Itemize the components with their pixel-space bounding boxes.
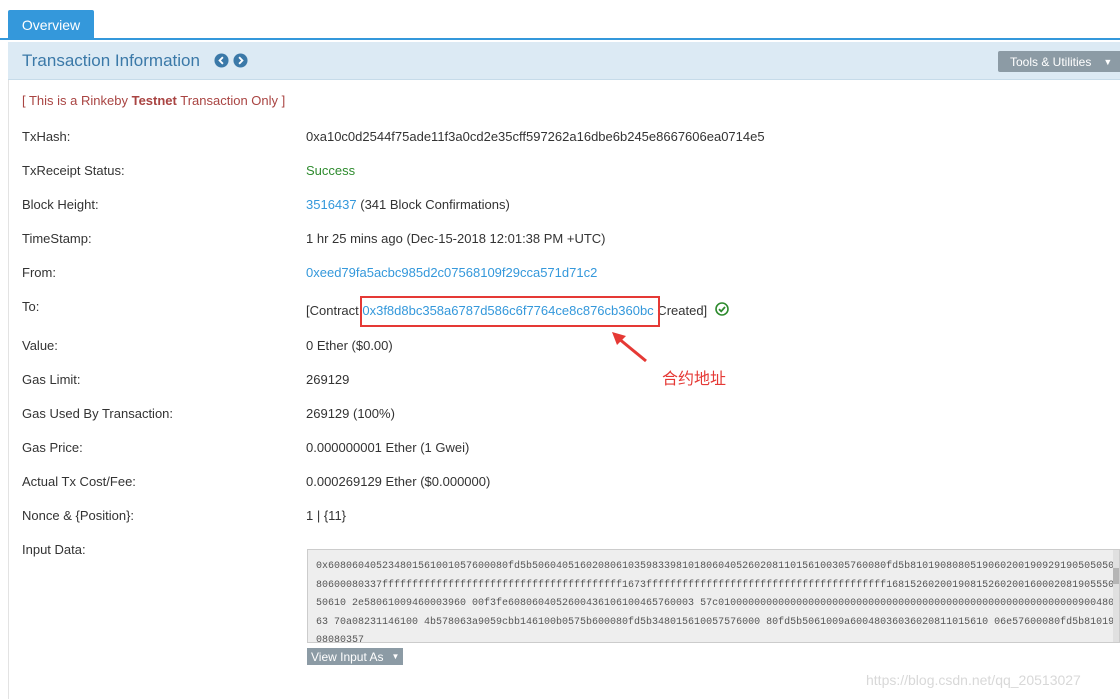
watermark: https://blog.csdn.net/qq_20513027: [866, 672, 1081, 688]
notice-bold: Testnet: [131, 93, 177, 108]
panel-header: Transaction Information Tools & Utilitie…: [8, 42, 1120, 80]
gas-price-label: Gas Price:: [22, 440, 83, 455]
from-address-link[interactable]: 0xeed79fa5acbc985d2c07568109f29cca571d71…: [306, 265, 597, 280]
block-height-link[interactable]: 3516437: [306, 197, 357, 212]
notice-prefix: [ This is a Rinkeby: [22, 93, 132, 108]
contract-suffix: Created]: [653, 303, 708, 318]
nonce-value: 1 | {11}: [306, 508, 347, 523]
timestamp-label: TimeStamp:: [22, 231, 92, 246]
block-confirmations: (341 Block Confirmations): [356, 197, 510, 212]
annotation-highlight-box: [360, 296, 660, 327]
input-data-label: Input Data:: [22, 542, 86, 557]
previous-arrow-icon[interactable]: [214, 53, 229, 68]
gas-limit-label: Gas Limit:: [22, 372, 81, 387]
tools-utilities-label: Tools & Utilities: [1010, 54, 1092, 69]
input-data-value: 0x608060405234801561001057600080fd5b5060…: [316, 561, 1115, 643]
to-label: To:: [22, 299, 40, 314]
nav-icons: [214, 53, 248, 68]
view-input-as-button[interactable]: View Input As ▼: [307, 648, 403, 665]
status-value: Success: [306, 163, 356, 178]
txhash-label: TxHash:: [22, 129, 71, 144]
testnet-notice: [ This is a Rinkeby Testnet Transaction …: [22, 93, 285, 108]
tab-bar: Overview: [0, 0, 1120, 40]
from-label: From:: [22, 265, 56, 280]
txhash-value: 0xa10c0d2544f75ade11f3a0cd2e35cff597262a…: [306, 129, 765, 144]
notice-suffix: Transaction Only ]: [176, 93, 286, 108]
gas-limit-value: 269129: [306, 372, 350, 387]
chevron-down-icon: ▼: [1103, 56, 1113, 67]
value-value: 0 Ether ($0.00): [306, 338, 393, 353]
panel-border: [8, 80, 9, 699]
status-label: TxReceipt Status:: [22, 163, 125, 178]
nonce-label: Nonce & {Position}:: [22, 508, 135, 523]
annotation-text: 合约地址: [662, 369, 727, 388]
check-circle-icon: [715, 302, 729, 316]
fee-label: Actual Tx Cost/Fee:: [22, 474, 136, 489]
gas-used-label: Gas Used By Transaction:: [22, 406, 174, 421]
gas-price-value: 0.000000001 Ether (1 Gwei): [306, 440, 470, 455]
page-title: Transaction Information: [22, 51, 200, 70]
input-data-field[interactable]: 0x608060405234801561001057600080fd5b5060…: [307, 549, 1120, 643]
block-height-label: Block Height:: [22, 197, 99, 212]
fee-value: 0.000269129 Ether ($0.000000): [306, 474, 491, 489]
input-scrollbar[interactable]: [1113, 550, 1119, 642]
input-scrollbar-thumb[interactable]: [1113, 568, 1119, 584]
value-label: Value:: [22, 338, 58, 353]
timestamp-value: 1 hr 25 mins ago (Dec-15-2018 12:01:38 P…: [306, 231, 606, 246]
view-input-as-label: View Input As: [311, 649, 384, 664]
tab-overview[interactable]: Overview: [8, 10, 94, 40]
block-height-row: 3516437 (341 Block Confirmations): [306, 197, 510, 212]
annotation-arrow-icon: [612, 332, 647, 363]
tools-utilities-button[interactable]: Tools & Utilities ▼: [998, 51, 1120, 72]
chevron-down-icon: ▼: [391, 652, 400, 661]
next-arrow-icon[interactable]: [233, 53, 248, 68]
contract-prefix: [Contract: [306, 303, 363, 318]
gas-used-value: 269129 (100%): [306, 406, 395, 421]
